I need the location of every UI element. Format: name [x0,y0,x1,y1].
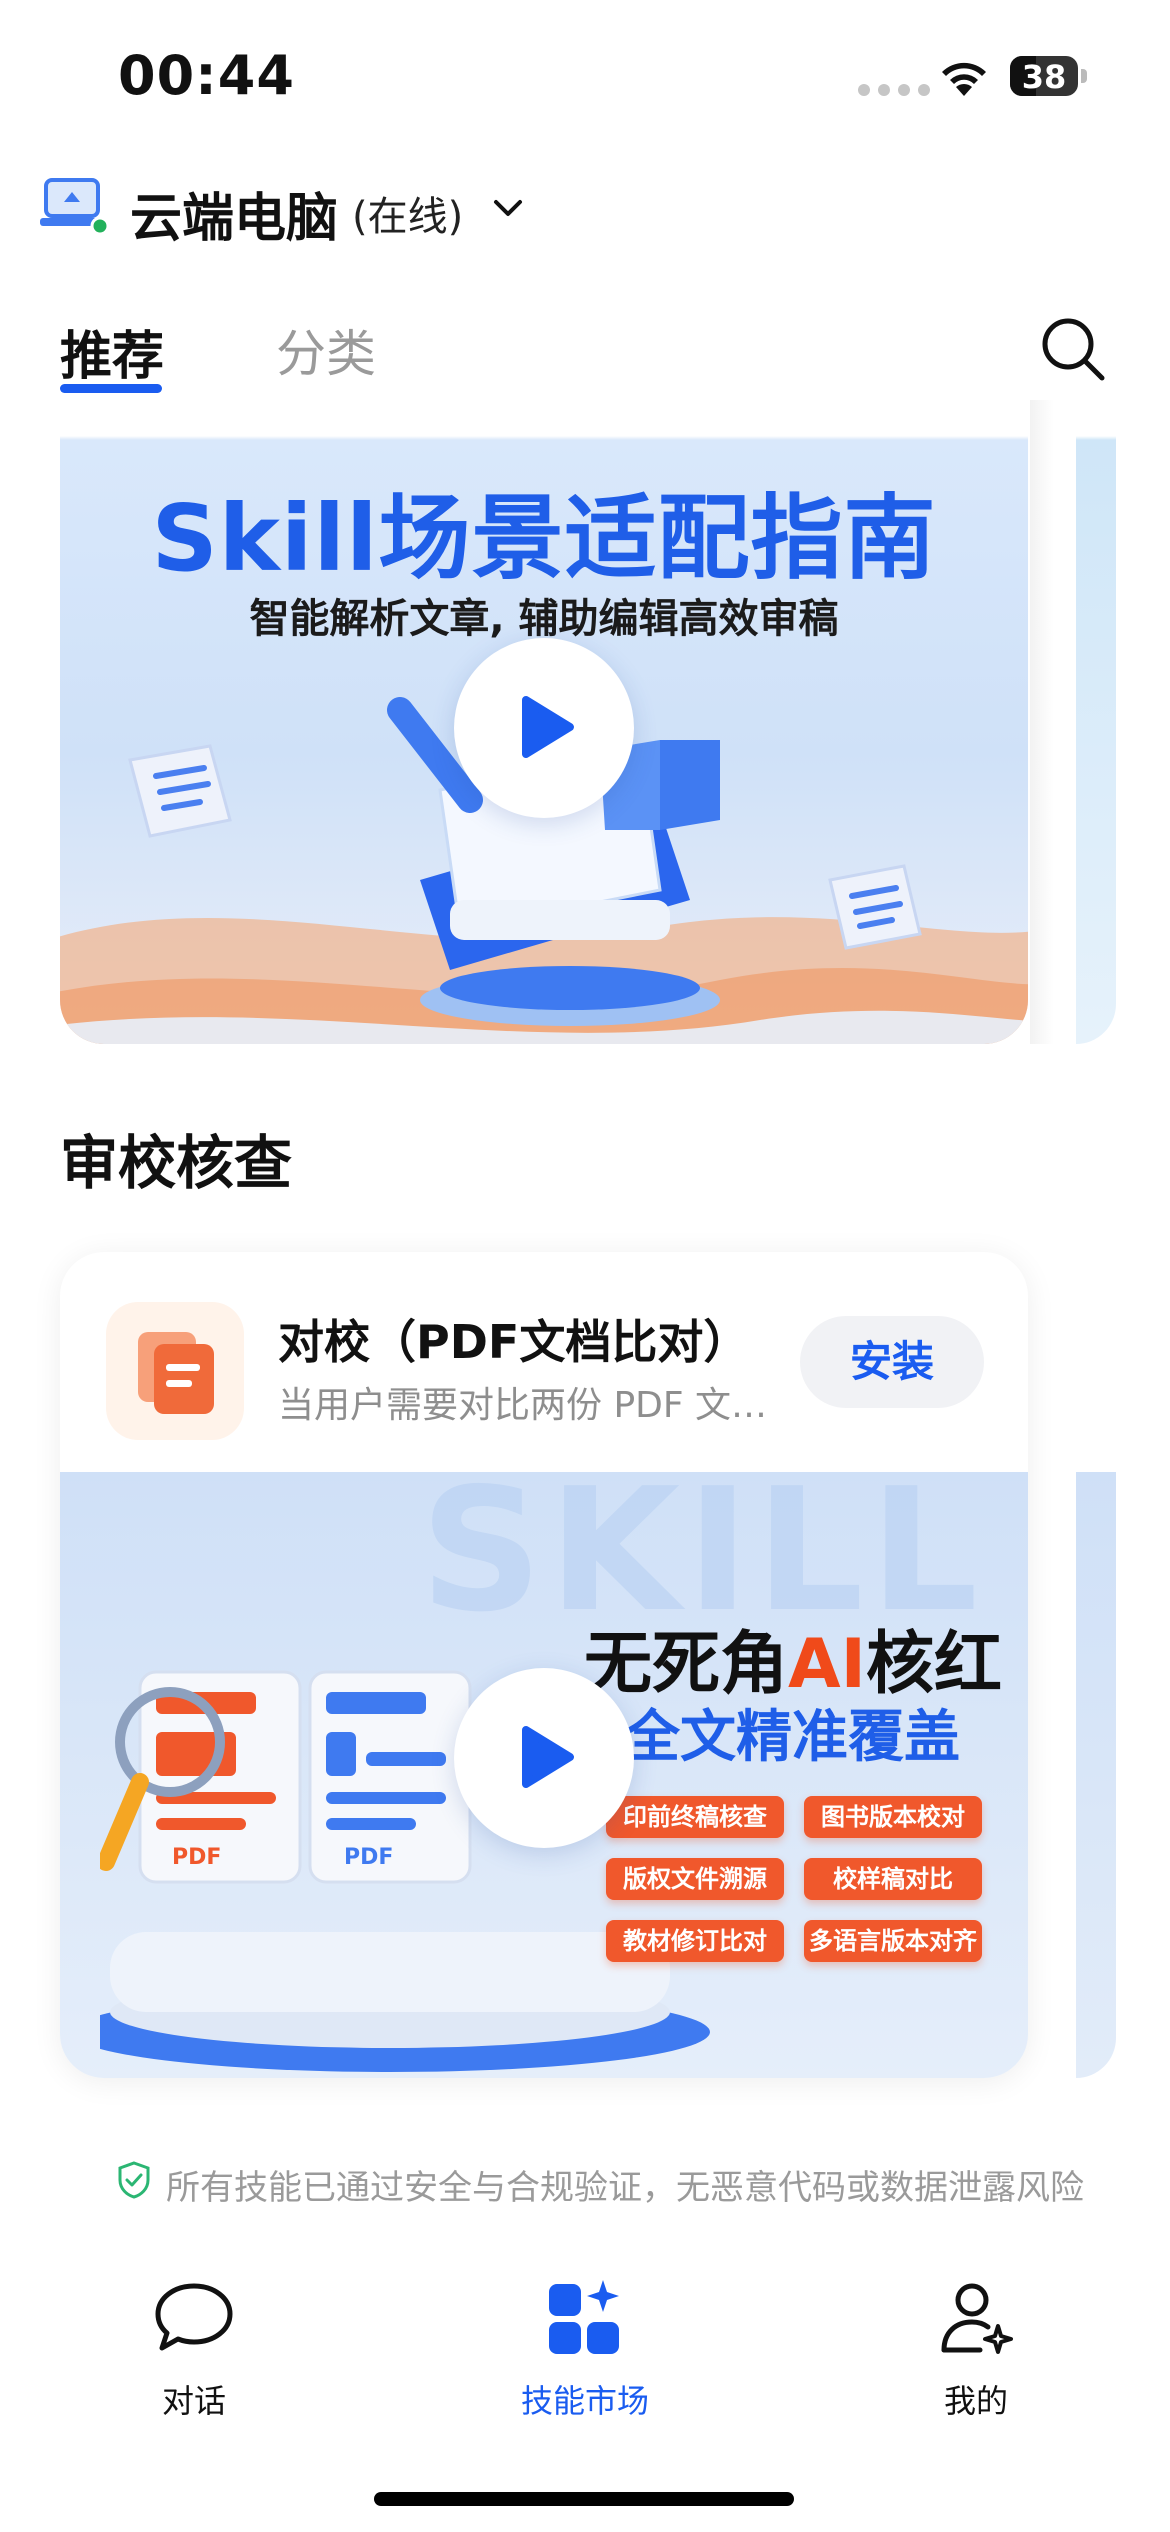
battery-icon: 38 [1010,56,1088,96]
feature-chip: 印前终稿核查 [606,1796,784,1838]
guide-banner[interactable]: Skill场景适配指南 智能解析文章, 辅助编辑高效审稿 [60,400,1028,1044]
battery-level: 38 [1021,58,1067,96]
install-button[interactable]: 安装 [800,1316,984,1408]
feature-chip: 图书版本校对 [804,1796,982,1838]
play-icon [522,1726,574,1788]
feature-chip: 版权文件溯源 [606,1858,784,1900]
chevron-down-icon[interactable] [490,190,526,226]
shield-check-icon [118,2161,150,2199]
device-name[interactable]: 云端电脑 [130,176,338,251]
tab-recommend[interactable]: 推荐 [60,314,164,389]
document-compare-icon [138,1332,214,1414]
pdf-label-left: PDF [172,1845,221,1870]
skill-market-icon [549,2280,619,2354]
section-title: 审校核查 [60,1129,293,1197]
next-banner-peek[interactable] [1076,400,1116,1044]
security-notice: 所有技能已通过安全与合规验证，无恶意代码或数据泄露风险 [166,2168,1084,2208]
device-status[interactable]: (在线) [352,184,463,242]
banner-subtitle: 智能解析文章, 辅助编辑高效审稿 [249,596,839,642]
wifi-icon [942,62,986,96]
search-icon[interactable] [1040,316,1106,382]
tab-category[interactable]: 分类 [276,314,376,386]
pdf-label-right: PDF [344,1845,393,1870]
cloud-computer-icon[interactable] [40,176,112,236]
feature-chip: 多语言版本对齐 [804,1920,982,1962]
carousel-edge [1030,400,1054,1044]
skill-title: 对校（PDF文档比对） [278,1315,750,1369]
banner-title: Skill场景适配指南 [151,485,937,592]
tab-active-indicator [60,384,162,393]
play-button[interactable] [454,638,634,818]
skill-description: 当用户需要对比两份 PDF 文档时使用 [278,1385,798,1426]
profile-icon [941,2283,1013,2354]
feature-chip: 教材修订比对 [606,1920,784,1962]
status-time: 00:44 [118,44,295,107]
chat-bubble-icon [155,2283,233,2351]
nav-chat-label: 对话 [161,2382,226,2420]
play-button[interactable] [454,1668,634,1848]
home-indicator [374,2492,794,2506]
nav-skill-market-label: 技能市场 [520,2382,649,2420]
nav-profile-label: 我的 [943,2382,1008,2420]
play-icon [522,696,574,758]
paper-scroll-illustration [828,864,922,950]
paper-scroll-illustration [128,744,232,838]
skill-card[interactable]: 对校（PDF文档比对） 当用户需要对比两份 PDF 文档时使用 安装 SKILL… [60,1252,1028,2078]
media-subheadline: 全文精准覆盖 [624,1705,960,1770]
feature-chip: 校样稿对比 [804,1858,982,1900]
next-card-peek[interactable] [1076,1252,1116,2078]
cellular-signal-icon [858,84,930,96]
skill-app-icon [106,1302,244,1440]
skill-preview-media[interactable]: SKILL PDF PDF 无死角AI核红 全文精准覆盖 印前终稿核查 图书版本… [60,1452,1028,2078]
